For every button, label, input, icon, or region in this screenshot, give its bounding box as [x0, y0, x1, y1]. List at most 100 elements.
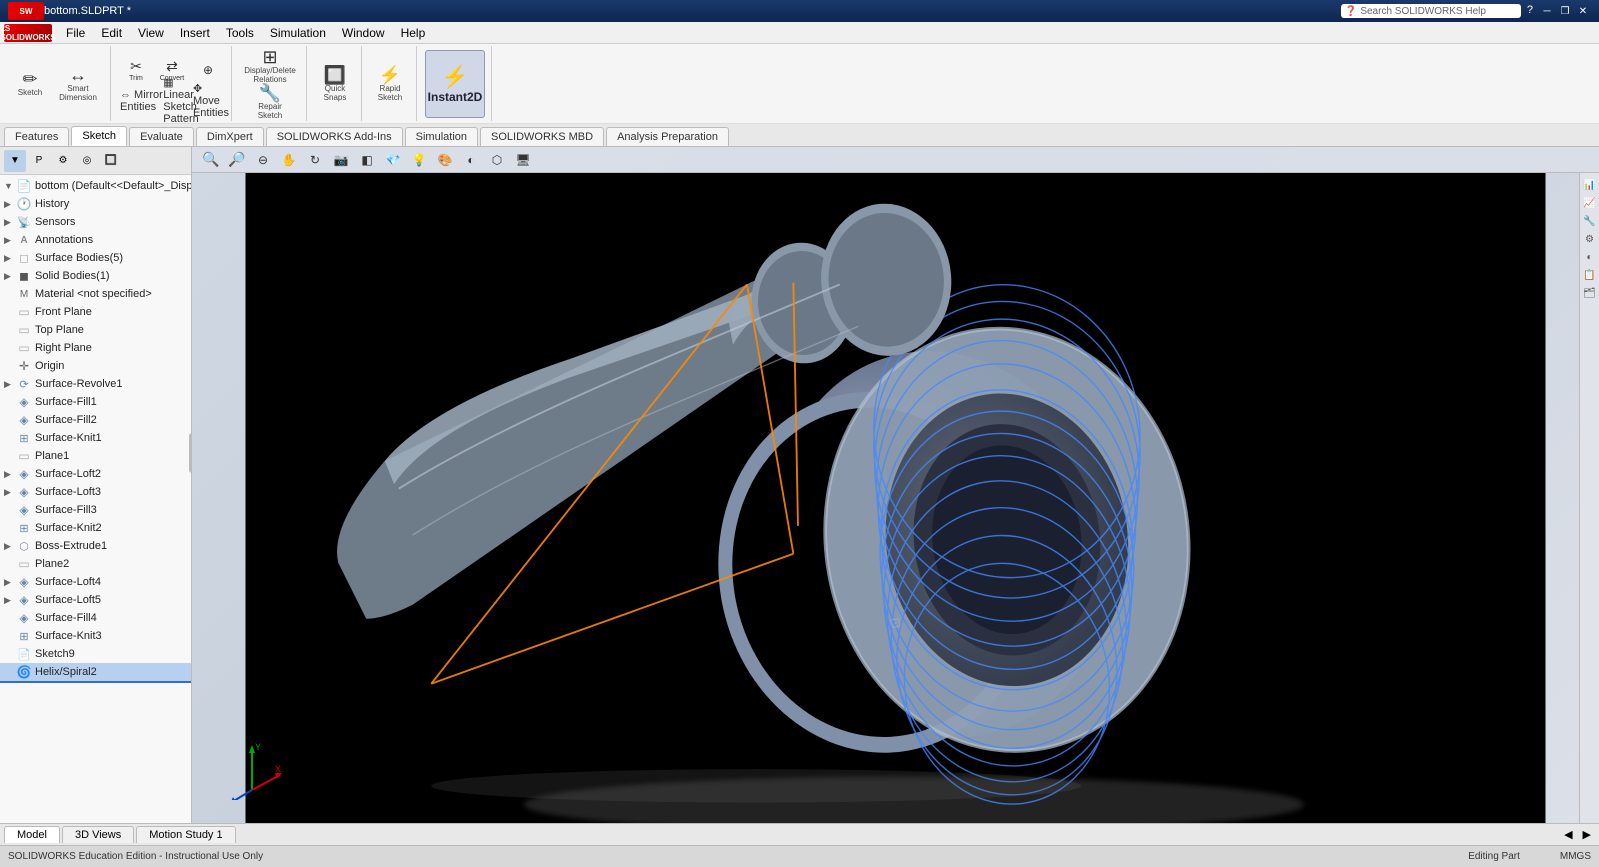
expand-arrow-boss-extrude1: ▶ [4, 541, 16, 552]
close-btn[interactable]: ✕ [1575, 4, 1591, 18]
menu-simulation[interactable]: Simulation [262, 24, 334, 42]
tree-item-right-plane[interactable]: ▶ ▭ Right Plane [0, 339, 191, 357]
bottom-scrollbar-left[interactable]: ◀ [1560, 828, 1576, 841]
tree-item-surface-fill3[interactable]: ▶ ◈ Surface-Fill3 [0, 501, 191, 519]
svg-text:Y: Y [255, 742, 261, 752]
dimxpert-manager-btn[interactable]: ◎ [76, 150, 98, 172]
bottom-scrollbar-right[interactable]: ▶ [1579, 828, 1595, 841]
tree-item-surface-knit1[interactable]: ▶ ⊞ Surface-Knit1 [0, 429, 191, 447]
linear-sketch-button[interactable]: ▦ Linear Sketch Pattern [167, 88, 195, 114]
toolbar-area: ✏ Sketch ↔ SmartDimension ✂ Trim ⇄ Conve… [0, 44, 1599, 147]
menu-view[interactable]: View [130, 24, 172, 42]
tree-item-plane2[interactable]: ▶ ▭ Plane2 [0, 555, 191, 573]
feature-manager-btn[interactable]: ▼ [4, 150, 26, 172]
mirror-entities-button[interactable]: ⇔ Mirror Entities [119, 88, 165, 114]
tab-features[interactable]: Features [4, 127, 69, 146]
tree-root-item[interactable]: ▼ 📄 bottom (Default<<Default>_Display [0, 177, 191, 195]
rs-icon-1[interactable]: 📊 [1582, 177, 1598, 193]
display-manager-btn[interactable]: 🔲 [100, 150, 122, 172]
rs-icon-7[interactable]: 🗂 [1582, 285, 1598, 301]
tree-label-sketch9: Sketch9 [35, 648, 75, 660]
tab-evaluate[interactable]: Evaluate [129, 127, 194, 146]
tree-item-origin[interactable]: ▶ ✛ Origin [0, 357, 191, 375]
tree-item-surface-fill1[interactable]: ▶ ◈ Surface-Fill1 [0, 393, 191, 411]
menu-window[interactable]: Window [334, 24, 393, 42]
pan-btn[interactable]: ✋ [278, 150, 300, 170]
zoom-in-btn[interactable]: 🔎 [226, 150, 248, 170]
help-icon[interactable]: ? [1523, 4, 1537, 18]
tab-sketch[interactable]: Sketch [71, 126, 127, 146]
scenes-btn[interactable]: ◐ [460, 150, 482, 170]
surface-fill4-icon: ◈ [16, 610, 32, 626]
tree-item-surface-bodies[interactable]: ▶ ◻ Surface Bodies(5) [0, 249, 191, 267]
display-style-btn[interactable]: 💎 [382, 150, 404, 170]
tree-item-solid-bodies[interactable]: ▶ ◼ Solid Bodies(1) [0, 267, 191, 285]
tree-item-surface-knit2[interactable]: ▶ ⊞ Surface-Knit2 [0, 519, 191, 537]
rs-icon-2[interactable]: 📈 [1582, 195, 1598, 211]
minimize-btn[interactable]: ─ [1539, 4, 1555, 18]
tree-item-top-plane[interactable]: ▶ ▭ Top Plane [0, 321, 191, 339]
hide-show-btn[interactable]: 🖥 [512, 150, 534, 170]
tree-item-annotations[interactable]: ▶ A Annotations [0, 231, 191, 249]
move-entities-button[interactable]: ✥ Move Entities [197, 88, 225, 114]
rs-icon-3[interactable]: 🔧 [1582, 213, 1598, 229]
tree-item-front-plane[interactable]: ▶ ▭ Front Plane [0, 303, 191, 321]
zoom-to-fit-btn[interactable]: 🔍 [200, 150, 222, 170]
tree-label-plane2: Plane2 [35, 558, 69, 570]
tree-item-surface-loft5[interactable]: ▶ ◈ Surface-Loft5 [0, 591, 191, 609]
tree-label-surface-fill3: Surface-Fill3 [35, 504, 97, 516]
rapid-sketch-button[interactable]: ⚡ RapidSketch [370, 66, 410, 102]
tab-addins[interactable]: SOLIDWORKS Add-Ins [266, 127, 403, 146]
tree-item-material[interactable]: ▶ M Material <not specified> [0, 285, 191, 303]
quick-snaps-button[interactable]: 🔲 QuickSnaps [315, 66, 355, 102]
menu-file[interactable]: File [58, 24, 93, 42]
property-manager-btn[interactable]: P [28, 150, 50, 172]
tree-item-surface-fill2[interactable]: ▶ ◈ Surface-Fill2 [0, 411, 191, 429]
sketch-button[interactable]: ✏ Sketch [10, 66, 50, 102]
zoom-out-btn[interactable]: ⊖ [252, 150, 274, 170]
tree-item-surface-loft2[interactable]: ▶ ◈ Surface-Loft2 [0, 465, 191, 483]
rotate-btn[interactable]: ↻ [304, 150, 326, 170]
tree-item-plane1[interactable]: ▶ ▭ Plane1 [0, 447, 191, 465]
expand-arrow-surface-revolve1: ▶ [4, 379, 16, 390]
bottom-tab-model[interactable]: Model [4, 826, 60, 843]
menu-edit[interactable]: Edit [93, 24, 130, 42]
restore-btn[interactable]: ❐ [1557, 4, 1573, 18]
tab-simulation[interactable]: Simulation [405, 127, 478, 146]
menu-tools[interactable]: Tools [218, 24, 262, 42]
instant2d-icon: ⚡ [441, 64, 468, 90]
menu-help[interactable]: Help [393, 24, 434, 42]
tab-mbd[interactable]: SOLIDWORKS MBD [480, 127, 604, 146]
tree-item-sketch9[interactable]: ▶ 📄 Sketch9 [0, 645, 191, 663]
tree-item-history[interactable]: ▶ 🕐 History [0, 195, 191, 213]
instant2d-button[interactable]: ⚡ Instant2D [425, 50, 485, 118]
menu-insert[interactable]: Insert [172, 24, 218, 42]
tree-item-surface-loft3[interactable]: ▶ ◈ Surface-Loft3 [0, 483, 191, 501]
search-box[interactable]: ❓ Search SOLIDWORKS Help [1341, 4, 1521, 18]
appearance-btn[interactable]: 🎨 [434, 150, 456, 170]
tree-item-surface-knit3[interactable]: ▶ ⊞ Surface-Knit3 [0, 627, 191, 645]
lighting-btn[interactable]: 💡 [408, 150, 430, 170]
config-manager-btn[interactable]: ⚙ [52, 150, 74, 172]
bottom-tab-3dviews[interactable]: 3D Views [62, 826, 134, 843]
trim-entities-button[interactable]: ✂ Trim [121, 54, 151, 86]
view-orientation-btn[interactable]: 📷 [330, 150, 352, 170]
rs-icon-5[interactable]: ◐ [1582, 249, 1598, 265]
tab-dimxpert[interactable]: DimXpert [196, 127, 264, 146]
rs-icon-6[interactable]: 📋 [1582, 267, 1598, 283]
smart-dimension-button[interactable]: ↔ SmartDimension [52, 66, 104, 102]
rs-icon-4[interactable]: ⚙ [1582, 231, 1598, 247]
tree-item-surface-loft4[interactable]: ▶ ◈ Surface-Loft4 [0, 573, 191, 591]
repair-sketch-button[interactable]: 🔧 RepairSketch [246, 84, 294, 120]
tree-item-helix-spiral2[interactable]: ▶ 🌀 Helix/Spiral2 [0, 663, 191, 683]
bottom-tab-motion-study[interactable]: Motion Study 1 [136, 826, 235, 843]
offset-icon: ⊕ [203, 63, 213, 77]
tree-item-surface-fill4[interactable]: ▶ ◈ Surface-Fill4 [0, 609, 191, 627]
tab-analysis[interactable]: Analysis Preparation [606, 127, 729, 146]
view-settings-btn[interactable]: ⬡ [486, 150, 508, 170]
tree-item-boss-extrude1[interactable]: ▶ ⬡ Boss-Extrude1 [0, 537, 191, 555]
tree-item-surface-revolve1[interactable]: ▶ ⟳ Surface-Revolve1 [0, 375, 191, 393]
tree-item-sensors[interactable]: ▶ 📡 Sensors [0, 213, 191, 231]
section-view-btn[interactable]: ◧ [356, 150, 378, 170]
display-delete-relations-button[interactable]: ⊞ Display/DeleteRelations [240, 48, 300, 84]
